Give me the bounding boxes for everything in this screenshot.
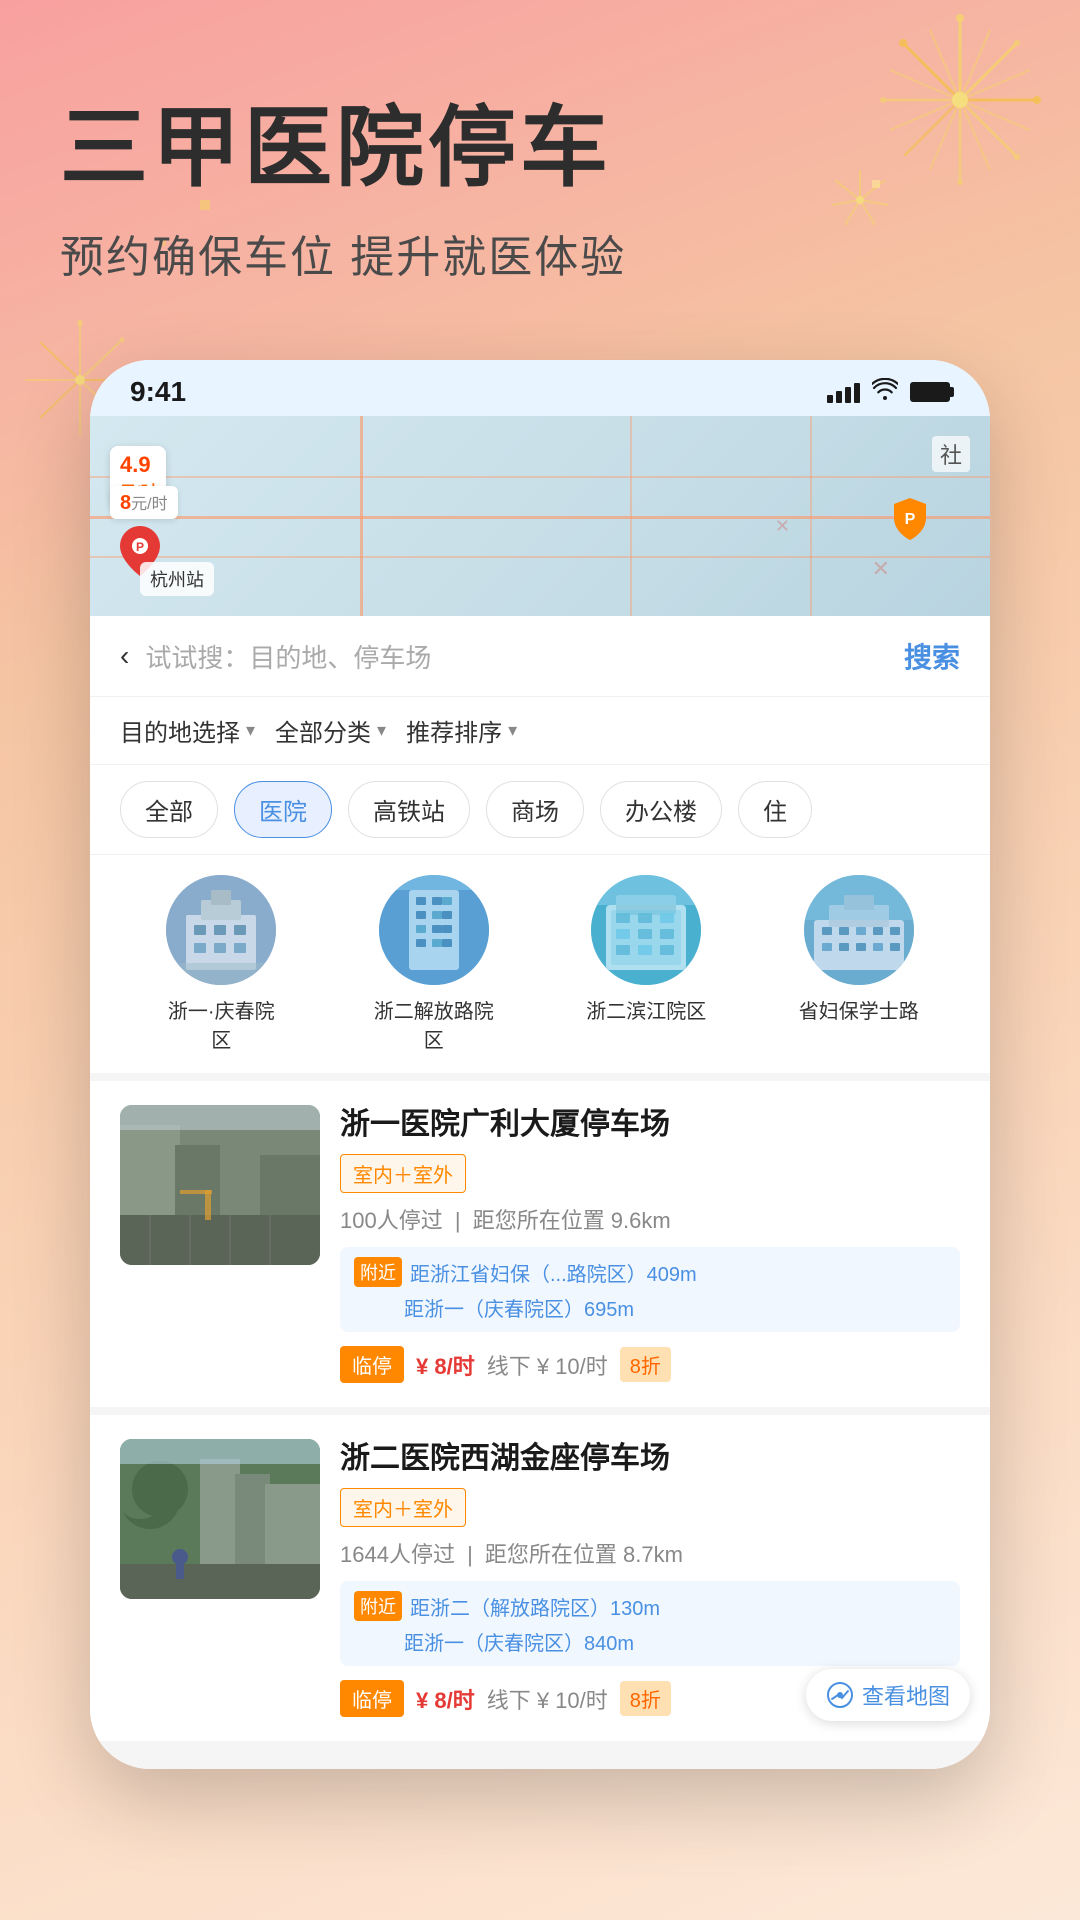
tab-office[interactable]: 办公楼 <box>600 781 722 838</box>
filter-bar: 目的地选择 ▾ 全部分类 ▾ 推荐排序 ▾ <box>90 697 990 765</box>
battery-icon <box>910 382 950 402</box>
parking-tags-2: 室内＋室外 <box>340 1488 960 1527</box>
nearby-badge: 附近 <box>354 1257 402 1287</box>
parking-thumb-2 <box>120 1439 320 1599</box>
search-bar: ‹ 试试搜：目的地、停车场 搜索 <box>90 616 990 697</box>
hospital-name-2: 浙二解放路院区 <box>374 995 494 1053</box>
sub-title: 预约确保车位 提升就医体验 <box>60 221 626 285</box>
back-button[interactable]: ‹ <box>120 640 129 672</box>
wifi-icon <box>872 378 898 406</box>
header-area: 三甲医院停车 预约确保车位 提升就医体验 <box>60 100 626 285</box>
parking-price-row-1: 临停 ¥ 8/时 线下 ¥ 10/时 8折 <box>340 1346 960 1383</box>
hospital-row: 浙一·庆春院区 <box>90 855 990 1081</box>
map-hour-price: 8元/时 <box>110 486 178 519</box>
map-icon <box>826 1681 854 1709</box>
map-cross-2: ✕ <box>775 516 790 537</box>
search-button[interactable]: 搜索 <box>904 636 960 676</box>
price-offline-2: 线下 ¥ 10/时 <box>487 1683 608 1715</box>
filter-category[interactable]: 全部分类 ▾ <box>275 713 386 748</box>
parking-meta-2: 1644人停过 | 距您所在位置 8.7km <box>340 1537 960 1569</box>
filter-destination[interactable]: 目的地选择 ▾ <box>120 713 255 748</box>
tab-hospital[interactable]: 医院 <box>234 781 332 838</box>
category-tabs: 全部 医院 高铁站 商场 办公楼 住 <box>90 765 990 855</box>
price-type-badge-1: 临停 <box>340 1346 404 1383</box>
parking-thumb-1 <box>120 1105 320 1265</box>
chevron-down-icon: ▾ <box>508 720 517 741</box>
hospital-item-4[interactable]: 省妇保学士路 <box>799 875 919 1053</box>
hospital-avatar-3 <box>591 875 701 985</box>
parking-meta-1: 100人停过 | 距您所在位置 9.6km <box>340 1203 960 1235</box>
svg-text:P: P <box>905 511 916 528</box>
map-location-label: 杭州站 <box>140 562 214 596</box>
tab-residence[interactable]: 住 <box>738 781 812 838</box>
hospital-item-2[interactable]: 浙二解放路院区 <box>374 875 494 1053</box>
chevron-down-icon: ▾ <box>377 720 386 741</box>
price-main-2: ¥ 8/时 <box>416 1683 475 1715</box>
chevron-down-icon: ▾ <box>246 720 255 741</box>
nearby-info-2: 附近 距浙二（解放路院区）130m 距浙一（庆春院区）840m <box>340 1581 960 1666</box>
hospital-name-1: 浙一·庆春院区 <box>161 995 281 1053</box>
nearby-info-1: 附近 距浙江省妇保（...路院区）409m 距浙一（庆春院区）695m <box>340 1247 960 1332</box>
parking-card-1[interactable]: 浙一医院广利大厦停车场 室内＋室外 100人停过 | 距您所在位置 9.6km … <box>90 1081 990 1415</box>
sparkle-dot <box>872 180 880 188</box>
main-title: 三甲医院停车 <box>60 100 626 197</box>
parking-name-2: 浙二医院西湖金座停车场 <box>340 1439 960 1478</box>
filter-sort[interactable]: 推荐排序 ▾ <box>406 713 517 748</box>
map-cross-1: ✕ <box>872 556 890 582</box>
parking-card-2[interactable]: 浙二医院西湖金座停车场 室内＋室外 1644人停过 | 距您所在位置 8.7km… <box>90 1415 990 1749</box>
hospital-name-3: 浙二滨江院区 <box>586 995 706 1024</box>
nearby-badge-2: 附近 <box>354 1591 402 1621</box>
tab-all[interactable]: 全部 <box>120 781 218 838</box>
hospital-item-3[interactable]: 浙二滨江院区 <box>586 875 706 1053</box>
tag-indoor-outdoor-1: 室内＋室外 <box>340 1154 466 1193</box>
price-type-badge-2: 临停 <box>340 1680 404 1717</box>
svg-text:P: P <box>136 540 144 554</box>
price-discount-1: 8折 <box>620 1347 671 1382</box>
parking-name-1: 浙一医院广利大厦停车场 <box>340 1105 960 1144</box>
hospital-avatar-4 <box>804 875 914 985</box>
firework-right-icon <box>800 0 1060 280</box>
parking-info-1: 浙一医院广利大厦停车场 室内＋室外 100人停过 | 距您所在位置 9.6km … <box>340 1105 960 1383</box>
price-discount-2: 8折 <box>620 1681 671 1716</box>
hospital-avatar-2 <box>379 875 489 985</box>
parking-tags-1: 室内＋室外 <box>340 1154 960 1193</box>
bottom-spacer <box>90 1749 990 1769</box>
tab-highspeed[interactable]: 高铁站 <box>348 781 470 838</box>
tab-mall[interactable]: 商场 <box>486 781 584 838</box>
map-area: 4.9 元/时 P 杭州站 8元/时 P ✕ ✕ 社 <box>90 416 990 616</box>
price-offline-1: 线下 ¥ 10/时 <box>487 1349 608 1381</box>
status-bar: 9:41 <box>90 360 990 416</box>
price-main-1: ¥ 8/时 <box>416 1349 475 1381</box>
map-label-she: 社 <box>932 436 970 472</box>
map-view-button[interactable]: 查看地图 <box>806 1669 970 1721</box>
signal-icon <box>827 381 860 403</box>
status-time: 9:41 <box>130 376 186 408</box>
search-input[interactable]: 试试搜：目的地、停车场 <box>145 638 888 675</box>
map-shield-icon: P <box>890 496 930 540</box>
status-icons <box>827 378 950 406</box>
hospital-avatar-1 <box>166 875 276 985</box>
phone-mockup: 9:41 <box>90 360 990 1769</box>
tag-indoor-outdoor-2: 室内＋室外 <box>340 1488 466 1527</box>
hospital-name-4: 省妇保学士路 <box>799 995 919 1024</box>
hospital-item-1[interactable]: 浙一·庆春院区 <box>161 875 281 1053</box>
